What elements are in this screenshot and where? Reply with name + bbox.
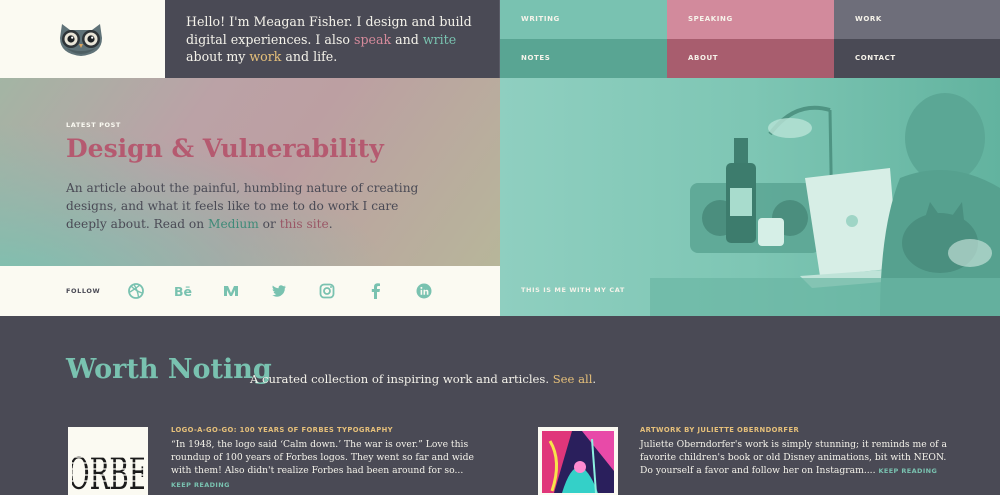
artwork-thumbnail[interactable] — [538, 427, 618, 495]
profile-photo: THIS IS ME WITH MY CAT — [500, 78, 1000, 316]
post-desc-end: . — [328, 217, 333, 231]
worth-noting-title: Worth Noting — [66, 354, 272, 385]
facebook-icon[interactable] — [366, 281, 386, 301]
item-title-artwork[interactable]: ARTWORK BY JULIETTE OBERNDORFER — [640, 426, 799, 434]
logo-area — [0, 0, 165, 78]
instagram-icon[interactable] — [317, 281, 337, 301]
write-link[interactable]: write — [423, 32, 456, 47]
follow-bar: FOLLOW Bē — [0, 266, 500, 316]
speak-link[interactable]: speak — [354, 32, 391, 47]
see-all-link[interactable]: See all — [553, 372, 593, 386]
item-text-forbes: “In 1948, the logo said ‘Calm down.’ The… — [171, 439, 474, 477]
latest-post-label: LATEST POST — [66, 121, 121, 129]
intro-panel: Hello! I'm Meagan Fisher. I design and b… — [165, 0, 500, 78]
twitter-icon[interactable] — [269, 281, 289, 301]
intro-and: and — [391, 31, 423, 47]
subtitle-text: A curated collection of inspiring work a… — [250, 372, 553, 386]
latest-post-hero: LATEST POST Design & Vulnerability An ar… — [0, 78, 500, 266]
svg-text:ORBE: ORBE — [72, 449, 144, 493]
intro-mid: about my — [186, 49, 250, 64]
nav-work[interactable]: WORK — [834, 0, 1000, 39]
item-body-artwork: Juliette Oberndorfer's work is simply st… — [640, 438, 950, 479]
post-description: An article about the painful, humbling n… — [66, 179, 436, 233]
item-title-forbes[interactable]: LOGO-A-GO-GO: 100 YEARS OF FORBES TYPOGR… — [171, 426, 393, 434]
photo-caption: THIS IS ME WITH MY CAT — [521, 286, 625, 294]
linkedin-icon[interactable] — [414, 281, 434, 301]
svg-text:Bē: Bē — [174, 284, 192, 299]
nav-writing[interactable]: WRITING — [500, 0, 667, 39]
behance-icon[interactable]: Bē — [173, 281, 193, 301]
follow-label: FOLLOW — [66, 287, 101, 295]
subtitle-period: . — [592, 372, 597, 386]
nav-notes[interactable]: NOTES — [500, 39, 667, 78]
work-link[interactable]: work — [249, 49, 281, 64]
this-site-link[interactable]: this site — [280, 217, 329, 231]
worth-noting-section: Worth Noting A curated collection of ins… — [0, 316, 1000, 495]
worth-noting-subtitle: A curated collection of inspiring work a… — [250, 372, 596, 386]
owl-logo-icon[interactable] — [56, 20, 106, 58]
nav-speaking[interactable]: SPEAKING — [667, 0, 834, 39]
intro-text: Hello! I'm Meagan Fisher. I design and b… — [186, 13, 486, 66]
keep-reading-link[interactable]: KEEP READING — [171, 481, 230, 489]
medium-link[interactable]: Medium — [208, 217, 259, 231]
nav-contact[interactable]: CONTACT — [834, 39, 1000, 78]
item-body-forbes: “In 1948, the logo said ‘Calm down.’ The… — [171, 438, 481, 492]
post-title[interactable]: Design & Vulnerability — [66, 134, 384, 163]
nav-about[interactable]: ABOUT — [667, 39, 834, 78]
intro-end: and life. — [281, 49, 338, 64]
keep-reading-link[interactable]: KEEP READING — [878, 467, 937, 475]
forbes-thumbnail[interactable]: ORBE — [68, 427, 148, 495]
dribbble-icon[interactable] — [126, 281, 146, 301]
medium-icon[interactable] — [221, 281, 241, 301]
photo-illustration — [500, 78, 1000, 316]
post-desc-or: or — [258, 217, 280, 231]
